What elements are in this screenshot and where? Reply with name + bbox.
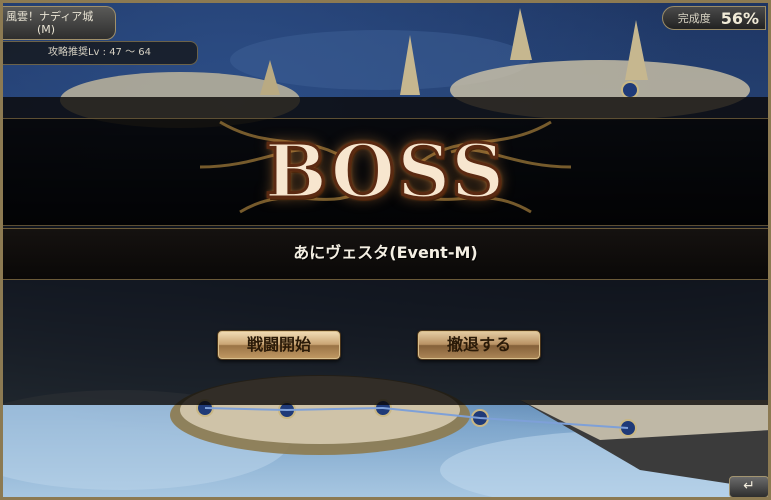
return-arrow-icon: ↵: [743, 478, 755, 494]
area-name: 風雲！ナディア城: [6, 10, 94, 23]
completion-badge: 完成度 56%: [662, 6, 766, 30]
retreat-button[interactable]: 撤退する: [417, 330, 541, 360]
boss-title: BOSS: [263, 128, 507, 217]
area-difficulty: (M): [36, 23, 56, 36]
recommended-level: 攻略推奨Lv : 47 ～ 64: [2, 41, 198, 65]
area-name-plate: 風雲！ナディア城 (M): [2, 6, 116, 40]
completion-label: 完成度: [677, 12, 711, 25]
start-battle-button[interactable]: 戦闘開始: [217, 330, 341, 360]
completion-value: 56%: [720, 8, 759, 28]
boss-name: あにヴェスタ(Event-M): [293, 243, 478, 262]
back-button[interactable]: ↵: [729, 476, 769, 498]
area-info-panel: 風雲！ナディア城 (M) 攻略推奨Lv : 47 ～ 64: [2, 6, 198, 65]
